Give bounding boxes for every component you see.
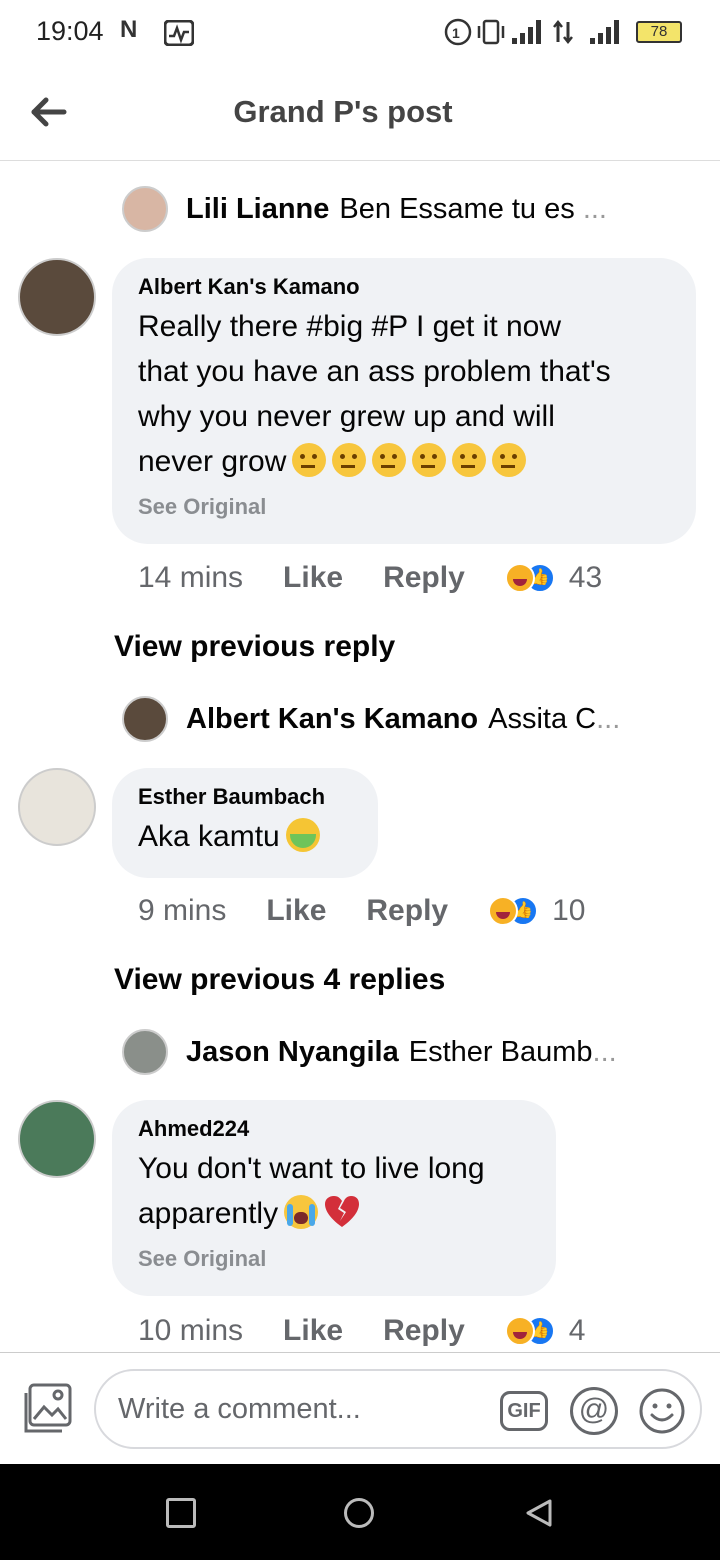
emoji-picker-icon[interactable] <box>638 1387 686 1435</box>
system-nav-bar <box>0 1464 720 1560</box>
comment-line: You don't want to live long <box>138 1152 485 1185</box>
comment-actions: 10 mins Like Reply 👍 4 <box>138 1314 585 1348</box>
see-original-link[interactable]: See Original <box>138 494 670 520</box>
nauseated-face-icon <box>285 818 320 852</box>
data-arrows-icon <box>553 19 573 45</box>
comment-placeholder: Write a comment... <box>118 1393 361 1425</box>
avatar[interactable] <box>18 258 96 336</box>
hplus-signal-icon <box>590 18 624 44</box>
view-previous-replies[interactable]: View previous 4 replies <box>114 963 445 997</box>
nav-back-icon[interactable] <box>524 1498 554 1528</box>
comment-actions: 9 mins Like Reply 👍 10 <box>138 894 585 928</box>
comment-author[interactable]: Esther Baumbach <box>138 784 352 810</box>
avatar[interactable] <box>122 1029 168 1075</box>
page-title: Grand P's post <box>233 94 453 129</box>
like-button[interactable]: Like <box>283 561 343 595</box>
haha-reaction-icon <box>488 896 519 926</box>
avatar[interactable] <box>18 1100 96 1178</box>
comment-line: apparently <box>138 1197 279 1230</box>
reactions[interactable]: 👍 <box>504 1316 555 1346</box>
reply-button[interactable]: Reply <box>383 561 465 595</box>
recents-icon[interactable] <box>166 1498 196 1528</box>
reply-author-name: Albert Kan's Kamano <box>186 703 479 735</box>
comment-text: You don't want to live long apparently <box>138 1146 530 1236</box>
comment-line: why you never grew up and will <box>138 400 555 433</box>
status-time: 19:04 <box>36 16 104 46</box>
comment-line: Really there #big #P I get it now <box>138 310 562 343</box>
comment-author[interactable]: Albert Kan's Kamano <box>138 274 670 300</box>
thinking-face-icon <box>412 443 447 477</box>
comment-author[interactable]: Ahmed224 <box>138 1116 530 1142</box>
reactions[interactable]: 👍 <box>488 896 539 926</box>
mention-button[interactable]: @ <box>570 1387 618 1435</box>
comment-line: Aka kamtu <box>138 820 280 853</box>
reaction-count: 10 <box>552 894 586 927</box>
reactions[interactable]: 👍 <box>504 563 555 593</box>
reply-summary[interactable]: Jason Nyangila Esther Baumb... <box>186 1036 680 1069</box>
reply-author-name: Lili Lianne <box>186 193 330 225</box>
lte-circle-icon: 1 <box>444 18 472 46</box>
reply-button[interactable]: Reply <box>366 894 448 928</box>
like-button[interactable]: Like <box>283 1314 343 1348</box>
reaction-count: 4 <box>568 1314 586 1347</box>
comment-bubble: Albert Kan's Kamano Really there #big #P… <box>112 258 696 544</box>
thinking-face-icon <box>372 443 407 477</box>
header-bar: Grand P's post <box>0 66 720 161</box>
reply-author-name: Jason Nyangila <box>186 1036 399 1068</box>
reaction-count: 43 <box>568 561 603 594</box>
comment-time: 14 mins <box>138 561 244 594</box>
like-button[interactable]: Like <box>266 894 326 928</box>
reply-snippet: Ben Essame tu es <box>339 193 575 225</box>
comment-line: that you have an ass problem that's <box>138 355 611 388</box>
gif-button[interactable]: GIF <box>500 1391 548 1431</box>
reply-summary[interactable]: Albert Kan's Kamano Assita C... <box>186 703 680 736</box>
haha-reaction-icon <box>504 1316 535 1346</box>
comment-bubble: Esther Baumbach Aka kamtu <box>112 768 378 878</box>
photo-gallery-icon[interactable] <box>22 1383 74 1435</box>
reply-button[interactable]: Reply <box>383 1314 465 1348</box>
comment-input[interactable]: Write a comment... GIF @ <box>94 1369 702 1449</box>
avatar[interactable] <box>122 696 168 742</box>
status-bar: 19:04 N 1 78 <box>0 0 720 66</box>
battery-icon: 78 <box>636 21 682 43</box>
vibrate-icon <box>477 19 505 45</box>
thinking-face-icon <box>332 443 367 477</box>
reply-snippet: Esther Baumb <box>408 1036 593 1068</box>
comment-time: 10 mins <box>138 1314 244 1347</box>
reply-snippet: Assita C <box>488 703 597 735</box>
comment-time: 9 mins <box>138 894 227 927</box>
thinking-face-icon <box>452 443 487 477</box>
ellipsis: ... <box>596 703 621 735</box>
avatar[interactable] <box>18 768 96 846</box>
haha-reaction-icon <box>504 563 535 593</box>
broken-heart-icon <box>324 1195 360 1229</box>
avatar[interactable] <box>122 186 168 232</box>
ellipsis: ... <box>582 193 607 225</box>
activity-icon <box>164 20 194 46</box>
svg-text:1: 1 <box>452 25 460 41</box>
comment-text: Aka kamtu <box>138 814 352 859</box>
comment-actions: 14 mins Like Reply 👍 43 <box>138 561 602 595</box>
comment-bar: Write a comment... GIF @ <box>0 1352 720 1464</box>
n-app-icon: N <box>120 16 138 43</box>
reply-summary[interactable]: Lili Lianne Ben Essame tu es ... <box>186 193 680 226</box>
thinking-face-icon <box>492 443 527 477</box>
signal-icon <box>512 18 546 44</box>
see-original-link[interactable]: See Original <box>138 1246 530 1272</box>
comment-text: Really there #big #P I get it now that y… <box>138 304 670 484</box>
view-previous-replies[interactable]: View previous reply <box>114 630 395 664</box>
home-icon[interactable] <box>344 1498 374 1528</box>
ellipsis: ... <box>592 1036 617 1068</box>
comment-line: never grow <box>138 445 287 478</box>
thinking-face-icon <box>292 443 327 477</box>
comment-bubble: Ahmed224 You don't want to live long app… <box>112 1100 556 1296</box>
crying-face-icon <box>284 1195 319 1229</box>
